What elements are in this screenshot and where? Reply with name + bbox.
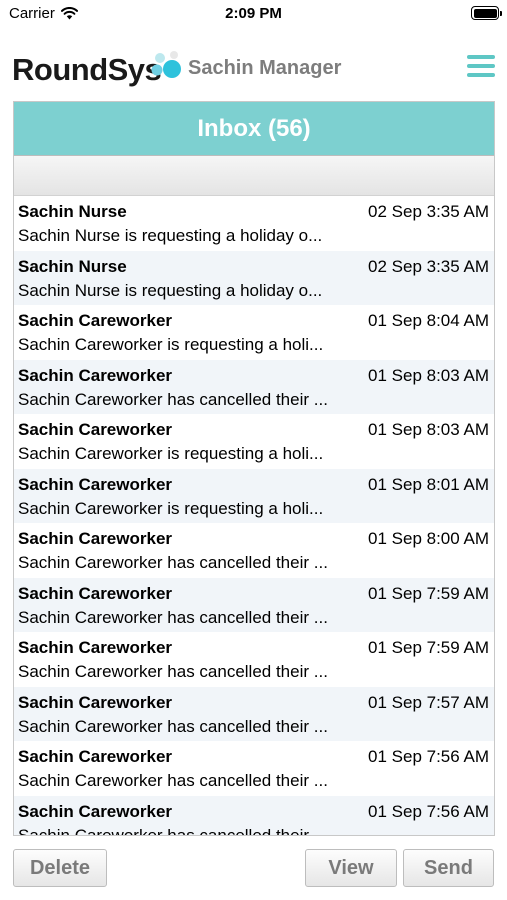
message-sender: Sachin Careworker xyxy=(18,638,173,657)
message-preview: Sachin Careworker has cancelled their ..… xyxy=(18,825,328,836)
message-preview: Sachin Careworker has cancelled their ..… xyxy=(18,553,328,572)
message-time: 01 Sep 8:03 AM xyxy=(368,365,489,385)
message-row[interactable]: Sachin Careworker 01 Sep 8:00 AM Sachin C… xyxy=(14,523,494,578)
message-preview: Sachin Careworker has cancelled their ..… xyxy=(18,716,328,736)
message-preview: Sachin Careworker is requesting a holi..… xyxy=(18,498,324,518)
inbox-panel: Inbox (56) Sachin Nurse 02 Sep 3:35 AM Sa… xyxy=(13,101,495,836)
message-preview: Sachin Careworker has cancelled their ..… xyxy=(18,389,328,409)
message-preview: Sachin Nurse is requesting a holiday o..… xyxy=(18,280,323,300)
message-sender: Sachin Careworker xyxy=(18,747,173,766)
message-sender: Sachin Careworker xyxy=(18,583,173,603)
message-sender: Sachin Nurse xyxy=(18,202,127,221)
message-time: 01 Sep 8:01 AM xyxy=(368,474,489,494)
message-row[interactable]: Sachin Careworker 01 Sep 8:03 AM Sachin C… xyxy=(14,414,494,469)
status-time: 2:09 PM xyxy=(225,5,282,22)
inbox-toolbar xyxy=(14,156,494,196)
message-time: 01 Sep 8:03 AM xyxy=(368,420,489,439)
message-sender: Sachin Careworker xyxy=(18,311,173,330)
message-row[interactable]: Sachin Careworker 01 Sep 7:59 AM Sachin C… xyxy=(14,577,494,632)
header-title: Sachin Manager xyxy=(188,57,342,79)
message-time: 01 Sep 8:04 AM xyxy=(368,311,489,330)
message-preview: Sachin Nurse is requesting a holiday o..… xyxy=(18,226,323,245)
message-row[interactable]: Sachin Careworker 01 Sep 7:56 AM Sachin C… xyxy=(14,741,494,796)
message-preview: Sachin Careworker is requesting a holi..… xyxy=(18,335,324,354)
message-preview: Sachin Careworker is requesting a holi..… xyxy=(18,444,324,463)
message-preview: Sachin Careworker has cancelled their ..… xyxy=(18,771,328,790)
message-time: 01 Sep 7:59 AM xyxy=(368,583,489,603)
message-row[interactable]: Sachin Careworker 01 Sep 7:59 AM Sachin C… xyxy=(14,632,494,687)
message-row[interactable]: Sachin Nurse 02 Sep 3:35 AM Sachin Nurse … xyxy=(14,250,494,305)
status-bar: Carrier 2:09 PM xyxy=(0,0,507,30)
message-sender: Sachin Careworker xyxy=(18,420,173,439)
message-row[interactable]: Sachin Careworker 01 Sep 7:57 AM Sachin C… xyxy=(14,686,494,741)
message-sender: Sachin Careworker xyxy=(18,801,173,821)
message-time: 02 Sep 3:35 AM xyxy=(368,202,489,221)
message-sender: Sachin Careworker xyxy=(18,692,173,712)
message-sender: Sachin Careworker xyxy=(18,365,173,385)
message-time: 02 Sep 3:35 AM xyxy=(368,256,489,276)
message-row[interactable]: Sachin Careworker 01 Sep 8:01 AM Sachin C… xyxy=(14,468,494,523)
message-preview: Sachin Careworker has cancelled their ..… xyxy=(18,662,328,681)
message-row[interactable]: Sachin Careworker 01 Sep 8:03 AM Sachin C… xyxy=(14,359,494,414)
message-sender: Sachin Careworker xyxy=(18,474,173,494)
message-time: 01 Sep 7:56 AM xyxy=(368,801,489,821)
logo-dots-icon xyxy=(151,51,181,78)
message-preview: Sachin Careworker has cancelled their ..… xyxy=(18,607,328,627)
message-row[interactable]: Sachin Nurse 02 Sep 3:35 AM Sachin Nurse … xyxy=(14,196,494,251)
message-sender: Sachin Careworker xyxy=(18,529,173,548)
message-time: 01 Sep 8:00 AM xyxy=(368,529,489,548)
app-header: RoundSys Sachin Manager xyxy=(0,36,507,96)
message-time: 01 Sep 7:57 AM xyxy=(368,692,489,712)
logo-text: RoundSys xyxy=(12,52,162,87)
message-row[interactable]: Sachin Careworker 01 Sep 8:04 AM Sachin C… xyxy=(14,305,494,360)
send-button[interactable]: Send xyxy=(403,849,494,887)
view-button[interactable]: View xyxy=(305,849,397,887)
roundsys-logo: RoundSys xyxy=(12,51,181,92)
inbox-title: Inbox (56) xyxy=(14,102,494,156)
message-time: 01 Sep 7:56 AM xyxy=(368,747,489,766)
hamburger-menu-icon[interactable] xyxy=(467,55,495,81)
message-row[interactable]: Sachin Careworker 01 Sep 7:56 AM Sachin C… xyxy=(14,795,494,836)
message-list[interactable]: Sachin Nurse 02 Sep 3:35 AM Sachin Nurse … xyxy=(14,196,494,836)
message-time: 01 Sep 7:59 AM xyxy=(368,638,489,657)
message-sender: Sachin Nurse xyxy=(18,256,127,276)
delete-button[interactable]: Delete xyxy=(13,849,107,887)
battery-icon xyxy=(471,6,502,20)
